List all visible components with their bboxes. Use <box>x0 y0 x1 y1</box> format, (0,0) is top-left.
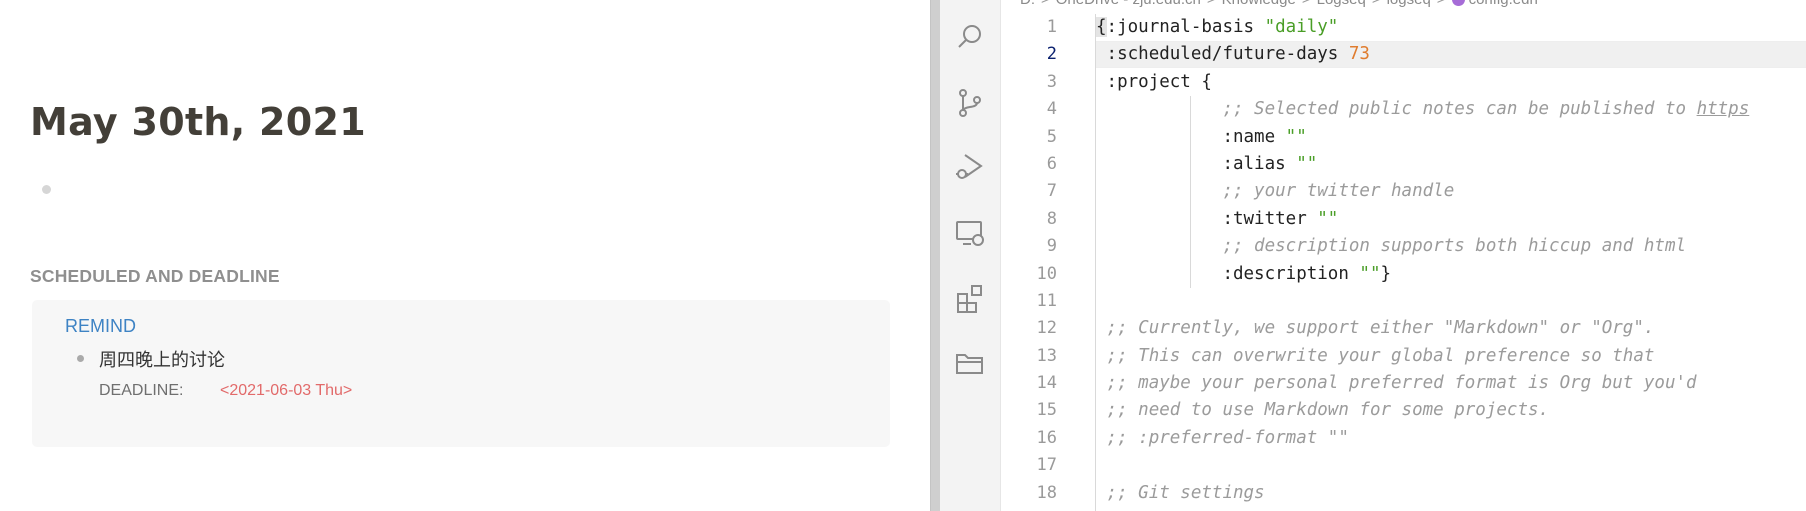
line-number: 9 <box>1046 236 1057 257</box>
code-comment: ;; need to use Markdown for some project… <box>1106 400 1550 421</box>
code-line-15[interactable]: ;; need to use Markdown for some project… <box>1096 397 1749 424</box>
code-token-number: 73 <box>1348 44 1370 65</box>
code-token: } <box>1380 263 1392 284</box>
code-line-17[interactable] <box>1096 452 1749 479</box>
code-comment: ;; description supports both hiccup and … <box>1222 236 1687 257</box>
line-number: 5 <box>1046 126 1057 147</box>
line-number-active: 2 <box>1046 44 1057 65</box>
code-lines[interactable]: {:journal-basis "daily" :scheduled/futur… <box>1096 14 1749 507</box>
code-token-string: "" <box>1285 126 1307 147</box>
line-number: 16 <box>1036 427 1057 448</box>
code-line-14[interactable]: ;; maybe your personal preferred format … <box>1096 370 1749 397</box>
line-number: 17 <box>1036 455 1057 476</box>
code-line-2[interactable]: :scheduled/future-days 73 <box>1096 41 1749 68</box>
remind-link[interactable]: REMIND <box>65 316 136 337</box>
code-token-string: "" <box>1359 263 1381 284</box>
code-link[interactable]: https <box>1697 99 1750 119</box>
scheduled-section-heading: SCHEDULED AND DEADLINE <box>30 266 280 286</box>
code-token-string: "" <box>1296 153 1318 174</box>
code-token: :journal-basis <box>1106 17 1265 37</box>
extensions-icon[interactable] <box>953 282 987 316</box>
code-line-5[interactable]: :name "" <box>1096 124 1749 151</box>
code-comment: ;; Selected public notes can be publishe… <box>1222 99 1697 120</box>
line-number: 14 <box>1036 373 1057 394</box>
scheduled-card: REMIND 周四晚上的讨论 DEADLINE: <2021-06-03 Thu… <box>32 300 890 447</box>
code-line-11[interactable] <box>1096 288 1749 315</box>
empty-block-bullet[interactable] <box>42 185 51 194</box>
line-number: 11 <box>1036 290 1057 311</box>
logseq-journal-pane: May 30th, 2021 SCHEDULED AND DEADLINE RE… <box>0 0 930 511</box>
code-line-6[interactable]: :alias "" <box>1096 151 1749 178</box>
code-comment: ;; maybe your personal preferred format … <box>1106 373 1697 394</box>
line-number: 8 <box>1046 208 1057 229</box>
line-number: 7 <box>1046 181 1057 202</box>
code-line-1[interactable]: {:journal-basis "daily" <box>1096 14 1749 41</box>
code-token: :twitter <box>1222 208 1318 229</box>
remote-explorer-icon[interactable] <box>953 216 987 250</box>
code-token: :description <box>1222 263 1360 284</box>
code-line-16[interactable]: ;; :preferred-format "" <box>1096 425 1749 452</box>
code-line-10[interactable]: :description ""} <box>1096 261 1749 288</box>
code-line-18[interactable]: ;; Git settings <box>1096 480 1749 507</box>
task-text[interactable]: 周四晚上的讨论 <box>99 346 225 372</box>
code-comment: ;; Currently, we support either "Markdow… <box>1106 318 1655 339</box>
line-number: 15 <box>1036 400 1057 421</box>
journal-title[interactable]: May 30th, 2021 <box>30 100 366 144</box>
code-line-12[interactable]: ;; Currently, we support either "Markdow… <box>1096 315 1749 342</box>
code-line-4[interactable]: ;; Selected public notes can be publishe… <box>1096 96 1749 123</box>
code-comment: ;; your twitter handle <box>1222 181 1455 202</box>
deadline-date[interactable]: <2021-06-03 Thu> <box>220 382 352 400</box>
code-token: :name <box>1222 126 1286 147</box>
line-number: 10 <box>1036 263 1057 284</box>
task-bullet[interactable] <box>77 355 84 362</box>
line-number: 6 <box>1046 153 1057 174</box>
code-line-13[interactable]: ;; This can overwrite your global prefer… <box>1096 343 1749 370</box>
code-token-string: "daily" <box>1264 17 1339 37</box>
line-number: 13 <box>1036 345 1057 366</box>
line-number: 18 <box>1036 482 1057 503</box>
line-number: 12 <box>1036 318 1057 339</box>
run-debug-icon[interactable] <box>953 150 987 184</box>
line-number: 1 <box>1046 17 1057 37</box>
code-comment: ;; This can overwrite your global prefer… <box>1106 345 1655 366</box>
deadline-label: DEADLINE: <box>99 382 184 399</box>
code-token: { <box>1096 17 1107 37</box>
code-line-3[interactable]: :project { <box>1096 69 1749 96</box>
window-splitter[interactable] <box>930 0 940 511</box>
activity-bar <box>940 0 1001 511</box>
code-line-7[interactable]: ;; your twitter handle <box>1096 178 1749 205</box>
code-line-8[interactable]: :twitter "" <box>1096 206 1749 233</box>
folder-icon[interactable] <box>953 346 987 380</box>
line-number: 3 <box>1046 71 1057 92</box>
code-comment: ;; :preferred-format "" <box>1106 427 1349 448</box>
code-line-9[interactable]: ;; description supports both hiccup and … <box>1096 233 1749 260</box>
code-token: :project { <box>1106 71 1212 92</box>
search-icon[interactable] <box>953 20 987 54</box>
code-token-string: "" <box>1317 208 1339 229</box>
code-token: :alias <box>1222 153 1297 174</box>
line-number: 4 <box>1046 99 1057 120</box>
source-control-icon[interactable] <box>953 86 987 120</box>
code-token: :scheduled/future-days <box>1106 44 1349 65</box>
code-comment: ;; Git settings <box>1106 482 1265 503</box>
line-number-gutter: 1 2 3 4 5 6 7 8 9 10 11 12 13 14 15 16 1… <box>1001 14 1086 507</box>
